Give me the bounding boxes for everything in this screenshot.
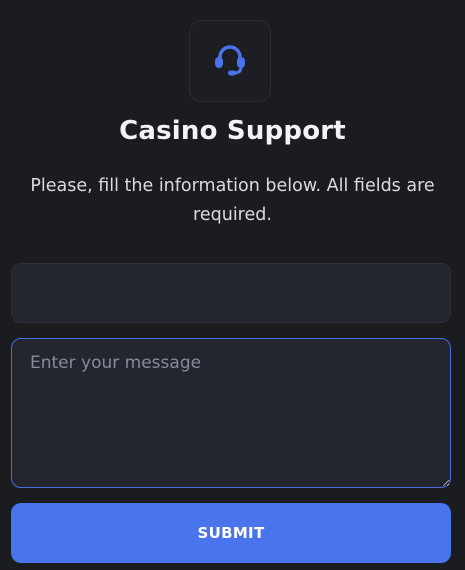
message-textarea[interactable] xyxy=(11,338,451,488)
name-input[interactable] xyxy=(11,263,451,323)
support-icon-container xyxy=(189,20,271,102)
submit-button[interactable]: SUBMIT xyxy=(11,503,451,563)
page-title: Casino Support xyxy=(119,116,346,146)
headset-icon xyxy=(210,39,250,83)
form-instructions: Please, fill the information below. All … xyxy=(30,176,435,225)
